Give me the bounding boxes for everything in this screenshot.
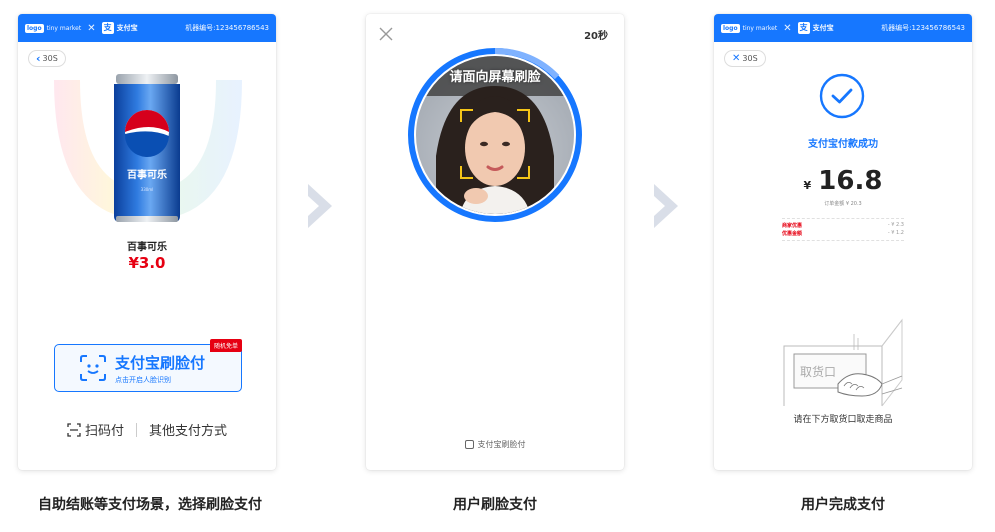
- free-order-badge: 随机免单: [209, 339, 242, 352]
- partner-separator: ✕: [783, 22, 792, 34]
- face-pay-button[interactable]: 随机免单 支付宝刷脸付 点击开启人脸识别: [54, 339, 242, 392]
- pickup-port-illustration: 取货口: [783, 318, 903, 407]
- face-scan-screen: 20秒 请面向屏幕刷脸 支付宝刷脸付: [366, 14, 624, 470]
- machine-number: 机器编号:123456786543: [185, 24, 269, 32]
- close-button[interactable]: ✕ 30S: [724, 50, 766, 67]
- face-pay-subtitle: 点击开启人脸识别: [115, 375, 171, 384]
- other-pay-link[interactable]: 其他支付方式: [149, 420, 227, 439]
- chevron-right-icon: [654, 184, 678, 228]
- close-icon: ✕: [732, 52, 741, 64]
- close-countdown: 30S: [742, 54, 758, 63]
- market-name: tiny market: [742, 24, 778, 32]
- scan-pay-link[interactable]: 扫码付: [85, 420, 124, 439]
- step-caption-3: 用户完成支付: [801, 497, 885, 513]
- svg-text:330ml: 330ml: [141, 187, 154, 192]
- face-pay-footer-text: 支付宝刷脸付: [477, 440, 526, 449]
- machine-number: 机器编号:123456786543: [881, 24, 965, 32]
- face-scan-icon: [80, 355, 106, 381]
- back-button[interactable]: ‹ 30S: [28, 50, 66, 67]
- svg-text:百事可乐: 百事可乐: [127, 168, 167, 181]
- discount-row: 商家优惠 - ¥ 2.3: [782, 222, 904, 229]
- step-caption-1: 自助结账等支付场景，选择刷脸支付: [38, 497, 262, 513]
- discount-label: 商家优惠: [782, 223, 803, 229]
- discount-value: - ¥ 2.3: [887, 222, 904, 228]
- order-amount: 订单金额 ¥ 20.3: [824, 201, 862, 207]
- alipay-logo-text: 支付宝: [812, 24, 834, 32]
- pepsi-can-image: 百事可乐 330ml: [114, 74, 180, 222]
- alt-payment-links: 扫码付 其他支付方式: [18, 420, 276, 439]
- partner-separator: ✕: [87, 22, 96, 34]
- link-divider: [136, 422, 137, 437]
- face-pay-title: 支付宝刷脸付: [115, 353, 206, 372]
- pickup-port-label: 取货口: [800, 364, 836, 379]
- check-icon: [819, 73, 865, 119]
- product-name: 百事可乐: [127, 242, 167, 253]
- alipay-logo-icon: 支: [101, 22, 114, 34]
- market-name: tiny market: [46, 24, 82, 32]
- close-icon[interactable]: [378, 26, 394, 42]
- currency-symbol: ¥: [803, 179, 812, 192]
- countdown-timer: 20秒: [584, 31, 608, 42]
- discount-label: 优惠金额: [782, 231, 803, 237]
- scan-code-icon: [67, 422, 81, 437]
- discount-value: - ¥ 1.2: [887, 230, 904, 236]
- merchant-logo: logo: [721, 23, 740, 33]
- paid-amount: ¥ 16.8: [714, 166, 972, 196]
- success-title: 支付宝付款成功: [808, 139, 878, 150]
- product-price: ¥3.0: [128, 254, 166, 272]
- face-pay-footer: 支付宝刷脸付: [366, 439, 624, 450]
- top-bar: logo tiny market ✕ 支 支付宝 机器编号:1234567865…: [18, 14, 276, 42]
- alipay-logo-text: 支付宝: [116, 24, 138, 32]
- top-bar: logo tiny market ✕ 支 支付宝 机器编号:1234567865…: [714, 14, 972, 42]
- amount-value: 16.8: [818, 166, 883, 196]
- alipay-logo-icon: 支: [797, 22, 810, 34]
- divider: [782, 218, 904, 219]
- step-caption-2: 用户刷脸支付: [453, 497, 537, 513]
- merchant-logo: logo: [25, 23, 44, 33]
- chevron-left-icon: ‹: [36, 52, 41, 65]
- checkout-screen: logo tiny market ✕ 支 支付宝 机器编号:1234567865…: [18, 14, 276, 470]
- chevron-right-icon: [308, 184, 332, 228]
- divider: [782, 240, 904, 241]
- face-pay-small-icon: [464, 440, 474, 449]
- focus-frame-icon: [460, 109, 530, 179]
- discount-row: 优惠金额 - ¥ 1.2: [782, 230, 904, 237]
- pickup-instruction: 请在下方取货口取走商品: [793, 415, 893, 425]
- back-countdown: 30S: [42, 54, 58, 63]
- payment-success-screen: logo tiny market ✕ 支 支付宝 机器编号:1234567865…: [714, 14, 972, 470]
- face-scan-hint: 请面向屏幕刷脸: [449, 70, 541, 85]
